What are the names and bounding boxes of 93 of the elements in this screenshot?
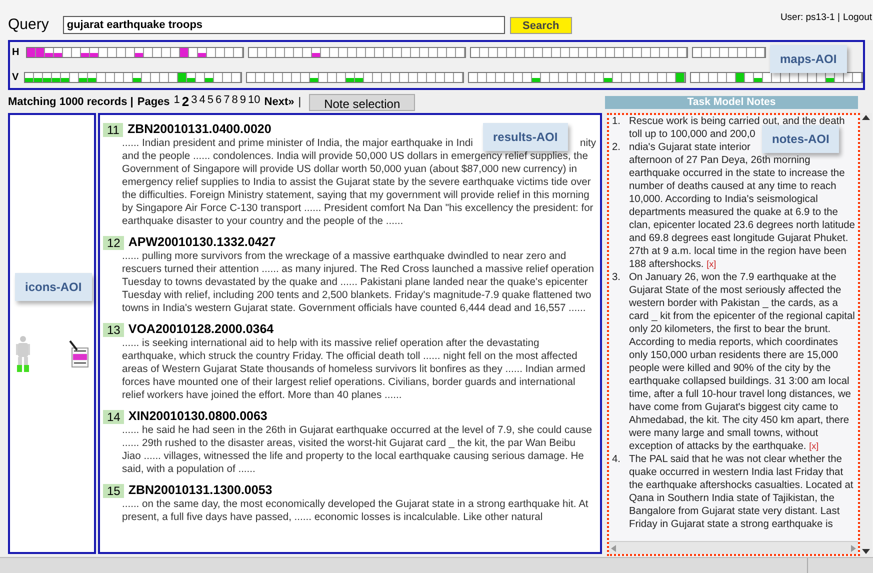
note-text: Rescue work is being carried out, and the death <box>629 115 845 128</box>
note-text: toll up to 100,000 and 200,0 <box>629 128 756 141</box>
page-link[interactable]: 2 <box>182 92 190 112</box>
map-cell[interactable] <box>88 73 97 82</box>
page-link[interactable]: 10 <box>248 92 260 112</box>
map-cell[interactable] <box>676 73 685 82</box>
document-id[interactable]: XIN20010130.0800.0063 <box>128 407 268 426</box>
delete-link[interactable]: [x] <box>809 441 819 451</box>
notepad-icon[interactable] <box>69 340 89 368</box>
map-cell[interactable] <box>312 48 321 57</box>
map-cell[interactable] <box>826 73 835 82</box>
snippet-text: ...... Indian president and prime minister of India, the major earthquake in Indi <box>122 137 473 150</box>
map-cell[interactable] <box>133 73 142 82</box>
note-text: afternoon of 27 Pan Deya, 26th morning earthquake occurred in the state to increase the number of deaths caused at any time to reach 10,000. According to India's seismological departments measured the quake at 6.9 to the clan, epicenter located 23.6 degrees north latitude and 69.8 degrees east longitude Gujarat Phuket. 27th at 9 a.m. local time in the region have been 188 aftershocks. [x] <box>629 154 856 271</box>
result-number: 13 <box>103 322 124 336</box>
note-selection-button[interactable]: Note selection <box>309 94 416 110</box>
map-cell[interactable] <box>43 73 52 82</box>
map-cell[interactable] <box>198 48 207 57</box>
map-cell[interactable] <box>90 48 99 57</box>
snippet-text: nity <box>580 137 596 150</box>
map-cell[interactable] <box>205 73 214 82</box>
page-link[interactable]: 1 <box>174 92 180 112</box>
next-link[interactable]: Next» <box>264 94 294 110</box>
logout-link[interactable]: Logout <box>842 11 872 26</box>
snippet-text: ...... is seeking international aid to help with its massive relief operation after the devastating earthquake, which struck the country Friday. The official death toll ...... night fell on the most affected areas of Western Gujarat State thousands of homeless survivors lit bonfires as they ...... Indian armed forces have mounted one of their largest relief operations. Civilians, border guards and international relief workers have joined the effort. More than 40 planes ...... <box>122 337 586 402</box>
document-id[interactable]: ZBN20010131.1300.0053 <box>128 481 272 500</box>
query-label: Query <box>8 15 49 35</box>
delete-link[interactable]: [x] <box>706 259 716 269</box>
document-id[interactable]: ZBN20010131.0400.0020 <box>127 120 272 139</box>
scroll-down-icon[interactable] <box>862 549 870 554</box>
map-cell[interactable] <box>180 48 189 57</box>
user-label: User: ps13-1 | <box>780 11 840 25</box>
note-text: The PAL said that he was not clear whether the quake occurred in western India last Friday that the earthquake aftershocks casualties. Located at Qana in Southern India state of Tajikistan, the Bangalore from Gujarat state very distant. Last Friday in Gujarat state a strong earthquake is <box>629 453 854 531</box>
snippet-text: and the people ...... condolences. India will provide 50,000 US dollars in emergency relief supplies, the Government of Singapore will provide US dollar worth 50,000 yuan (about $87,000 new currency) in emergency relief supplies to India to assist the Gujarat state by the severe earthquake victims tide over the difficulties. Foreign Ministry statement, saying that my government will provide relief in this morning by Singapore Air Force C-130 transport ...... President comfort Na Dan "his excellency the president: for earthquake disaster to your country and the people of the ...... <box>122 150 594 228</box>
map-cell[interactable] <box>135 48 144 57</box>
list-number: 3. <box>612 271 622 285</box>
map-cell[interactable] <box>187 73 196 82</box>
notes-header: Task Model Notes <box>605 96 858 108</box>
list-number: 1. <box>612 115 622 129</box>
page-link[interactable]: 5 <box>207 92 214 112</box>
page-link[interactable]: 9 <box>240 92 246 112</box>
list-number: 2. <box>612 141 622 155</box>
map-cell[interactable] <box>34 73 43 82</box>
map-cell[interactable] <box>54 48 63 57</box>
map-cell[interactable] <box>178 73 187 82</box>
map-cell[interactable] <box>346 73 355 82</box>
scroll-right-icon[interactable] <box>851 544 856 552</box>
record-count: Matching 1000 records | <box>8 94 134 110</box>
separator-text: | <box>298 94 302 110</box>
page-link[interactable]: 8 <box>232 92 238 112</box>
note-text: ndia's Gujarat state interior <box>629 141 750 154</box>
map-cell[interactable] <box>355 73 364 82</box>
snippet-text: ...... he said he had seen in the 26th in Gujarat earthquake occurred at the level of 7.9, she could cause ...... 29th rushed to the disaster areas, visited the worst-hit Gujarat card _ the kit, the par Wan Beibu Jiao ...... villages, witnessed the life and property to the local earthquake causing serious damage. He said, with a population of ...... <box>122 424 593 476</box>
map-cell[interactable] <box>754 73 763 82</box>
map-cell[interactable] <box>310 73 319 82</box>
snippet-text: ...... on the same day, the most economically developed the Gujarat state in a strong earthquake hit. At present, a full five days have passed, ...... economic losses is incalculable. Like other natural <box>122 498 590 524</box>
page-link[interactable]: 7 <box>224 92 230 112</box>
map-cell[interactable] <box>81 48 90 57</box>
aoi-label: icons-AOI <box>15 273 92 301</box>
map-cell[interactable] <box>27 48 36 57</box>
map-cell[interactable] <box>79 73 88 82</box>
map-cell[interactable] <box>736 73 745 82</box>
row-label: H <box>12 46 20 60</box>
map-cell[interactable] <box>45 48 54 57</box>
note-text: On January 26, won the 7.9 earthquake at the Gujarat State of the most seriously affected the western border with Pakistan _ the cards, as a card _ kit from the epicenter of the regional capital only 20 kilometers, the first to bear the brunt. According to media reports, which coordinates only 150,000 urban residents there are 15,000 people were killed and 90% of the city by the earthquake collapsed buildings. 31 3:00 am local time, after a full 10-hour travel long distances, we have come from Gujarat's biggest city came to Ahmedabad, the kit. The city 450 km apart, there were many large and small towns, without exception of attacks by the earthquake. [x] <box>629 271 856 453</box>
result-number: 12 <box>103 236 124 250</box>
document-id[interactable]: APW20010130.1332.0427 <box>128 233 276 252</box>
map-cell[interactable] <box>52 73 61 82</box>
row-label: V <box>12 71 20 85</box>
query-field[interactable]: gujarat earthquake troops <box>62 16 505 34</box>
map-cell[interactable] <box>25 73 34 82</box>
map-cell[interactable] <box>532 73 541 82</box>
list-number: 4. <box>612 453 622 467</box>
result-number: 15 <box>103 484 124 498</box>
aoi-label: results-AOI <box>483 123 568 151</box>
page-link[interactable]: 4 <box>199 92 206 112</box>
result-number: 11 <box>103 122 124 136</box>
map-cell[interactable] <box>604 73 613 82</box>
person-icon[interactable] <box>15 336 31 372</box>
page-link[interactable]: 6 <box>216 92 222 112</box>
pages-label: Pages <box>137 94 170 110</box>
snippet-text: ...... pulling more survivors from the wreckage of a massive earthquake dwindled to near zero and rescuers turned their attention ...... as many injured. The Red Cross launched a massive relief operation Tuesday to towns devastated by the quake and ...... Pakistani plane landed near the quake's epicenter Tuesday with relief, including 200 tents and 2,500 blankets. Friday's magnitude-7.9 quake flattened two towns in India's western Gujarat state. Government officials have counted 6,444 dead and 16,557 ...... <box>122 250 595 315</box>
scroll-up-icon[interactable] <box>862 115 870 120</box>
map-cell[interactable] <box>36 48 45 57</box>
result-number: 14 <box>103 410 124 424</box>
map-cell[interactable] <box>61 73 70 82</box>
search-button[interactable]: Search <box>510 16 572 34</box>
horizontal-scrollbar[interactable] <box>609 541 858 554</box>
aoi-label: notes-AOI <box>762 125 840 153</box>
aoi-label: maps-AOI <box>770 45 847 73</box>
page-link[interactable]: 3 <box>191 92 198 112</box>
scroll-left-icon[interactable] <box>611 544 616 552</box>
document-id[interactable]: VOA20010128.2000.0364 <box>128 320 274 339</box>
